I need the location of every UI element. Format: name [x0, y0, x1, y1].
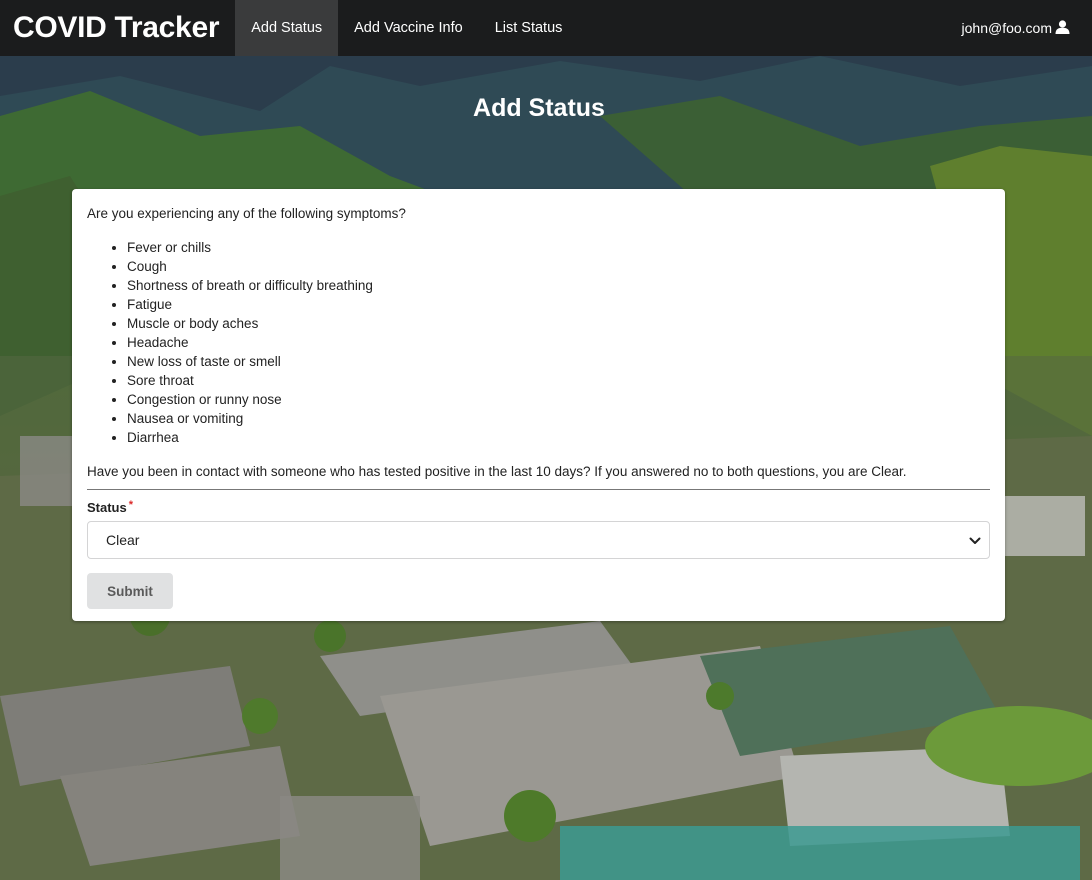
nav-list-status[interactable]: List Status	[479, 0, 579, 56]
list-item: Cough	[127, 257, 990, 276]
list-item: Fatigue	[127, 295, 990, 314]
status-label-text: Status	[87, 500, 127, 515]
status-field-label: Status *	[87, 499, 990, 516]
list-item: Sore throat	[127, 371, 990, 390]
top-navbar: COVID Tracker Add Status Add Vaccine Inf…	[0, 0, 1092, 56]
status-selected-value: Clear	[106, 532, 140, 548]
required-asterisk: *	[128, 499, 134, 511]
user-menu[interactable]: john@foo.com	[962, 0, 1092, 56]
user-icon	[1055, 19, 1070, 37]
submit-button[interactable]: Submit	[87, 573, 173, 609]
list-item: Shortness of breath or difficulty breath…	[127, 276, 990, 295]
brand-logo-text[interactable]: COVID Tracker	[0, 0, 235, 56]
page-title: Add Status	[473, 94, 605, 122]
list-item: Nausea or vomiting	[127, 409, 990, 428]
list-item: Diarrhea	[127, 428, 990, 447]
chevron-down-icon	[969, 532, 981, 548]
nav-add-vaccine-info[interactable]: Add Vaccine Info	[338, 0, 479, 56]
list-item: Muscle or body aches	[127, 314, 990, 333]
divider	[87, 489, 990, 490]
status-select[interactable]: Clear	[87, 521, 990, 559]
list-item: New loss of taste or smell	[127, 352, 990, 371]
symptoms-list: Fever or chills Cough Shortness of breat…	[127, 238, 990, 447]
contact-question: Have you been in contact with someone wh…	[87, 464, 907, 479]
list-item: Headache	[127, 333, 990, 352]
status-form-card: Are you experiencing any of the followin…	[72, 189, 1005, 621]
user-email: john@foo.com	[961, 20, 1052, 36]
nav-add-status[interactable]: Add Status	[235, 0, 339, 56]
symptoms-question: Are you experiencing any of the followin…	[87, 206, 406, 221]
list-item: Fever or chills	[127, 238, 990, 257]
list-item: Congestion or runny nose	[127, 390, 990, 409]
